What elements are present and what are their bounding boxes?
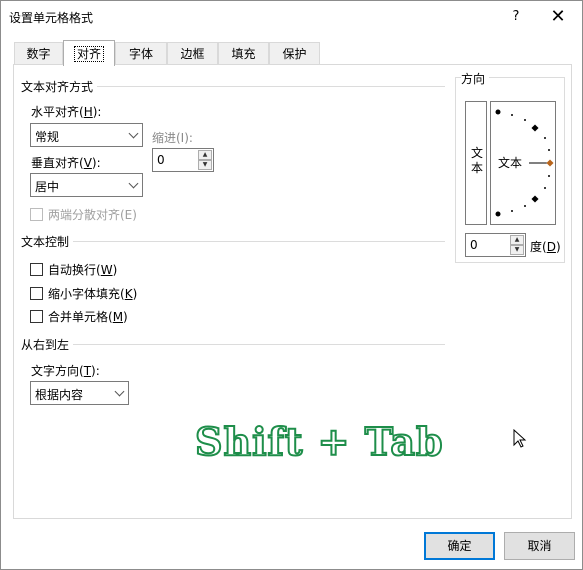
checkbox-box[interactable] — [30, 287, 43, 300]
degree-spinner[interactable]: 0 ▲ ▼ — [465, 233, 526, 257]
cancel-button[interactable]: 取消 — [504, 532, 575, 560]
help-button[interactable]: ? — [501, 5, 531, 29]
shrink-to-fit-checkbox[interactable]: 缩小字体填充(K) — [30, 285, 137, 302]
checkbox-box[interactable] — [30, 208, 43, 221]
chevron-down-icon[interactable] — [124, 124, 142, 146]
tab-fill[interactable]: 填充 — [218, 42, 269, 65]
access-key: K — [124, 287, 133, 301]
mouse-pointer-icon — [513, 429, 527, 448]
tab-label: 填充 — [231, 47, 256, 61]
dialog-title: 设置单元格格式 — [9, 11, 94, 25]
select-value: 根据内容 — [35, 388, 84, 402]
close-button[interactable]: ✕ — [541, 5, 575, 29]
group-divider — [21, 344, 445, 345]
access-key: D — [546, 240, 556, 254]
checkbox-label: 自动换行(W) — [48, 261, 117, 278]
checkbox-label: 合并单元格(M) — [48, 308, 128, 325]
label-text: 自动换行( — [48, 263, 101, 277]
label-text: 水平对齐( — [31, 105, 84, 119]
spin-up-icon[interactable]: ▲ — [510, 235, 524, 245]
label-text: ) — [123, 310, 128, 324]
group-divider — [21, 241, 445, 242]
text-control-group-title: 文本控制 — [21, 233, 74, 250]
label-text: ) — [112, 263, 118, 277]
indent-spinner[interactable]: 0 ▲ ▼ — [152, 148, 214, 172]
vertical-char: 文 — [470, 146, 483, 160]
access-key: V — [83, 156, 92, 170]
spinner-buttons: ▲ ▼ — [510, 235, 524, 255]
tab-label: 字体 — [128, 47, 153, 61]
tab-number[interactable]: 数字 — [14, 42, 63, 65]
label-text: 缩小字体填充( — [48, 287, 125, 301]
tab-alignment[interactable]: 对齐 — [63, 40, 115, 66]
label-text: ) — [555, 240, 561, 254]
tab-label: 保护 — [282, 47, 307, 61]
chevron-down-icon[interactable] — [110, 382, 128, 404]
spin-up-icon[interactable]: ▲ — [198, 150, 212, 160]
label-text: ): — [91, 156, 101, 170]
checkbox-box[interactable] — [30, 263, 43, 276]
label-text: 度( — [530, 240, 547, 254]
orientation-dial-graphic: 文本 — [495, 109, 554, 217]
checkbox-label: 两端分散对齐(E) — [48, 208, 137, 222]
tab-protection[interactable]: 保护 — [269, 42, 320, 65]
text-alignment-group-title: 文本对齐方式 — [21, 78, 98, 95]
access-key: T — [83, 364, 92, 378]
select-value: 居中 — [35, 180, 60, 194]
orientation-group-title: 方向 — [461, 70, 490, 87]
vertical-char: 本 — [470, 161, 483, 175]
text-direction-select[interactable]: 根据内容 — [30, 381, 129, 405]
shortcut-overlay-text: Shift + Tab — [194, 418, 444, 465]
spinner-buttons: ▲ ▼ — [198, 150, 212, 170]
chevron-down-icon[interactable] — [124, 174, 142, 196]
tab-label: 对齐 — [73, 46, 105, 62]
spin-down-icon[interactable]: ▼ — [510, 245, 524, 255]
right-to-left-group-title: 从右到左 — [21, 336, 74, 353]
degree-label: 度(D) — [530, 238, 561, 255]
access-key: H — [83, 105, 93, 119]
vertical-alignment-select[interactable]: 居中 — [30, 173, 143, 197]
tab-font[interactable]: 字体 — [115, 42, 167, 65]
tab-border[interactable]: 边框 — [167, 42, 218, 65]
label-text: 垂直对齐( — [31, 156, 84, 170]
label-text: ) — [132, 287, 138, 301]
access-key: W — [100, 263, 113, 277]
tab-label: 边框 — [180, 47, 205, 61]
vertical-text-sample: 文 本 — [470, 146, 484, 176]
merge-cells-checkbox[interactable]: 合并单元格(M) — [30, 308, 128, 325]
indent-value: 0 — [157, 153, 165, 167]
horizontal-alignment-label: 水平对齐(H): — [31, 103, 101, 120]
checkbox-label: 缩小字体填充(K) — [48, 285, 137, 302]
label-text: ): — [92, 105, 102, 119]
select-value: 常规 — [35, 130, 60, 144]
format-cells-dialog: 设置单元格格式 ? ✕ 数字 对齐 字体 边框 填充 保护 文本对齐方式 水平对… — [0, 0, 583, 570]
degree-value: 0 — [470, 238, 478, 252]
orientation-dial[interactable]: 文本 — [490, 101, 556, 225]
label-text: ): — [91, 364, 100, 378]
label-text: 文字方向( — [31, 364, 84, 378]
wrap-text-checkbox[interactable]: 自动换行(W) — [30, 261, 117, 278]
title-bar: 设置单元格格式 ? ✕ — [1, 1, 582, 33]
spin-down-icon[interactable]: ▼ — [198, 160, 212, 170]
horizontal-alignment-select[interactable]: 常规 — [30, 123, 143, 147]
vertical-text-toggle[interactable]: 文 本 — [465, 101, 487, 225]
tab-label: 数字 — [26, 47, 51, 61]
justify-distributed-checkbox[interactable]: 两端分散对齐(E) — [30, 206, 137, 223]
vertical-alignment-label: 垂直对齐(V): — [31, 154, 101, 171]
dial-text-sample: 文本 — [498, 155, 522, 170]
text-direction-label: 文字方向(T): — [31, 362, 100, 379]
ok-button[interactable]: 确定 — [424, 532, 495, 560]
indent-label: 缩进(I): — [152, 131, 193, 145]
orientation-group: 方向 文 本 文本 0 ▲ ▼ 度(D) — [455, 70, 565, 263]
checkbox-box[interactable] — [30, 310, 43, 323]
label-text: 合并单元格( — [48, 310, 113, 324]
access-key: M — [112, 310, 124, 324]
